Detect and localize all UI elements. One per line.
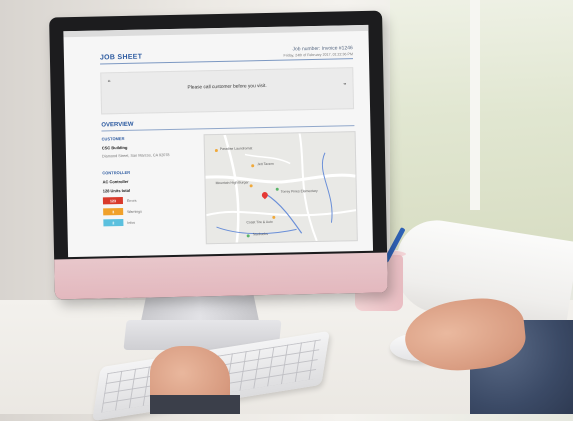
overview-heading: OVERVIEW: [101, 121, 134, 129]
left-sleeve: [150, 395, 240, 414]
top-bar: [63, 24, 369, 38]
notes-text: Please call customer before you visit.: [187, 83, 267, 91]
warnings-badge: 3: [103, 208, 124, 216]
map-label-starbucks: Starbucks: [252, 231, 268, 237]
infos-label: Infos: [127, 220, 136, 225]
map-label-tavern: Jett Tavern: [257, 161, 274, 167]
map-label-laundromat: Paradise Laundromat: [219, 146, 253, 151]
notes-box: ❝ Please call customer before you visit.…: [100, 67, 355, 115]
page-title: JOB SHEET: [99, 53, 143, 62]
map-poi-tire[interactable]: [272, 215, 276, 219]
background-window-light: [390, 0, 573, 250]
map-label-elementary: Torrey Pines Elementary: [280, 188, 318, 194]
status-row-errors[interactable]: 123 Errors: [102, 196, 195, 205]
map-poi-tavern[interactable]: [251, 164, 255, 168]
errors-label: Errors: [126, 198, 137, 203]
map-poi-elementary[interactable]: [275, 187, 279, 191]
job-date: Friday, 24th of February 2017, 01:22:36 …: [283, 52, 353, 58]
screen: JOB SHEET Job number: Invoice #1246 Frid…: [63, 24, 374, 258]
quote-close-icon: ❞: [343, 83, 347, 90]
infos-badge: 2: [103, 219, 124, 227]
customer-name: CSC Building: [101, 144, 128, 151]
monitor-chin: [54, 252, 388, 300]
location-map[interactable]: Paradise Laundromat Jett Tavern Mountain…: [203, 131, 358, 245]
map-label-tire: Coast Tire & Auto: [246, 219, 273, 225]
map-poi-burger[interactable]: [249, 184, 253, 188]
warnings-label: Warnings: [127, 209, 142, 214]
controller-label: CONTROLLER: [102, 169, 131, 176]
quote-open-icon: ❝: [107, 80, 111, 87]
background-window-bar: [470, 0, 480, 210]
monitor: JOB SHEET Job number: Invoice #1246 Frid…: [49, 10, 388, 300]
overview-divider: [101, 125, 355, 132]
map-poi-starbucks[interactable]: [246, 234, 250, 238]
overview-details: CUSTOMER CSC Building Diamond Street, Sa…: [102, 135, 196, 227]
map-poi-laundromat[interactable]: [214, 149, 218, 153]
job-number: Job number: Invoice #1246: [292, 45, 353, 53]
map-label-burger: Mountain High Burger: [215, 180, 249, 186]
errors-badge: 123: [102, 197, 124, 205]
customer-label: CUSTOMER: [101, 135, 125, 142]
status-row-infos[interactable]: 2 Infos: [103, 217, 195, 227]
status-row-warnings[interactable]: 3 Warnings: [103, 207, 195, 216]
controller-name: AC Controller: [102, 178, 129, 185]
controller-units: 128 Units total: [102, 187, 131, 194]
